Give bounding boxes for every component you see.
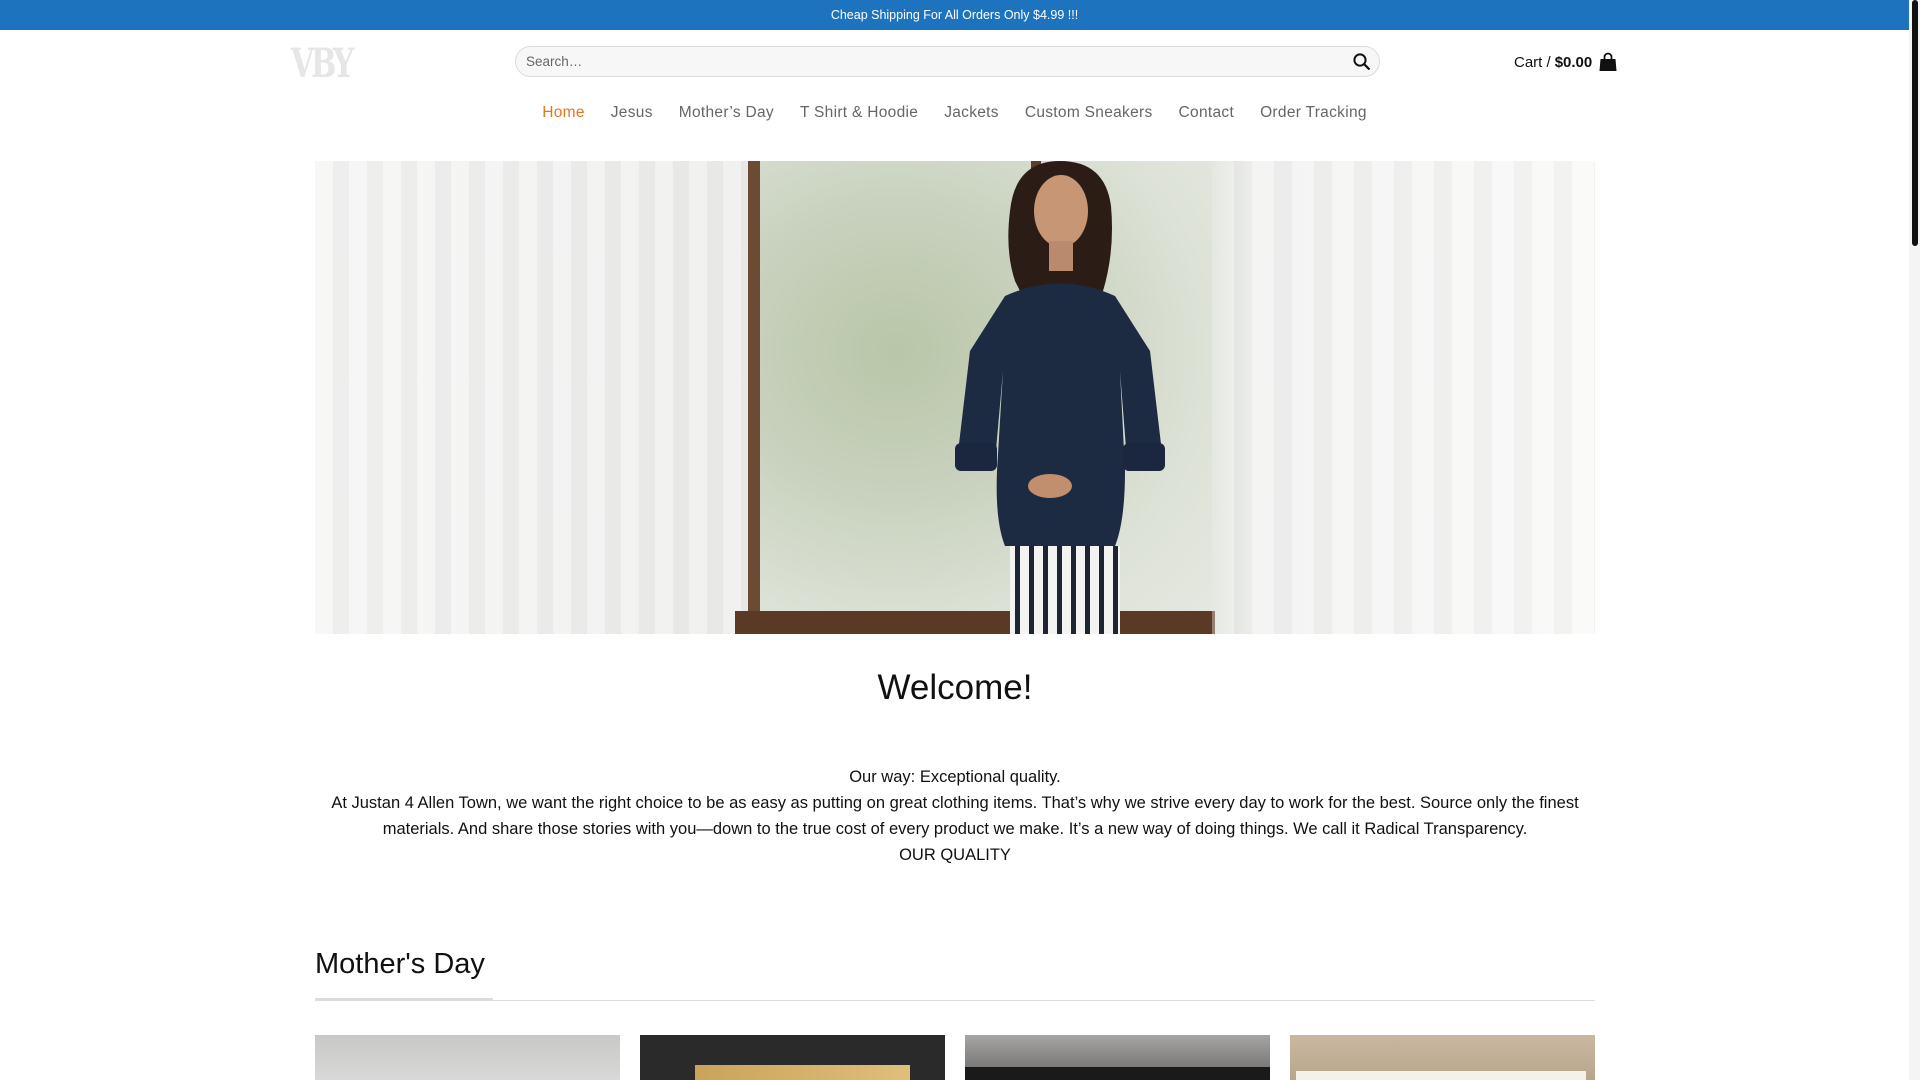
shopping-bag-icon	[1598, 52, 1618, 72]
product-card[interactable]	[1290, 1035, 1595, 1080]
section-divider	[315, 1000, 1595, 1001]
welcome-heading: Welcome!	[877, 668, 1033, 707]
nav-item-custom-sneakers[interactable]: Custom Sneakers	[1025, 104, 1153, 122]
product-image	[965, 1067, 1270, 1080]
scrollbar[interactable]	[1909, 0, 1920, 1080]
product-image	[695, 1065, 910, 1080]
cart-link[interactable]: Cart / $0.00	[1514, 51, 1618, 73]
nav-item-home[interactable]: Home	[542, 104, 585, 122]
announcement-bar: Cheap Shipping For All Orders Only $4.99…	[0, 0, 1909, 30]
nav-item-jesus[interactable]: Jesus	[611, 104, 653, 122]
search-input[interactable]	[516, 54, 1343, 69]
welcome-line-1: Our way: Exceptional quality.	[849, 768, 1061, 786]
scrollbar-thumb[interactable]	[1912, 0, 1918, 246]
hero-banner[interactable]	[315, 161, 1595, 634]
cart-label: Cart /	[1514, 53, 1551, 71]
product-card[interactable]	[965, 1035, 1270, 1080]
hero-model-image	[955, 161, 1165, 634]
section-title: Mother's Day	[315, 948, 485, 980]
search-bar	[515, 46, 1380, 77]
welcome-line-3: OUR QUALITY	[899, 846, 1011, 864]
nav-item-mothers-day[interactable]: Mother’s Day	[679, 104, 774, 122]
nav-item-t-shirt-hoodie[interactable]: T Shirt & Hoodie	[800, 104, 918, 122]
nav-item-jackets[interactable]: Jackets	[944, 104, 999, 122]
site-logo[interactable]: VBY	[291, 38, 355, 88]
search-icon	[1352, 53, 1370, 70]
search-button[interactable]	[1343, 47, 1379, 76]
section-title-underline	[315, 998, 493, 1001]
main-nav: Home Jesus Mother’s Day T Shirt & Hoodie…	[0, 101, 1909, 125]
product-card[interactable]	[315, 1035, 620, 1080]
welcome-line-2: At Justan 4 Allen Town, we want the righ…	[331, 794, 1579, 838]
product-image	[1296, 1071, 1586, 1080]
announcement-text: Cheap Shipping For All Orders Only $4.99…	[830, 8, 1079, 22]
cart-amount: $0.00	[1554, 53, 1593, 71]
welcome-text: Our way: Exceptional quality. At Justan …	[315, 764, 1595, 868]
nav-item-order-tracking[interactable]: Order Tracking	[1260, 104, 1367, 122]
nav-item-contact[interactable]: Contact	[1179, 104, 1235, 122]
logo-text: VBY	[290, 39, 355, 87]
product-card[interactable]	[640, 1035, 945, 1080]
